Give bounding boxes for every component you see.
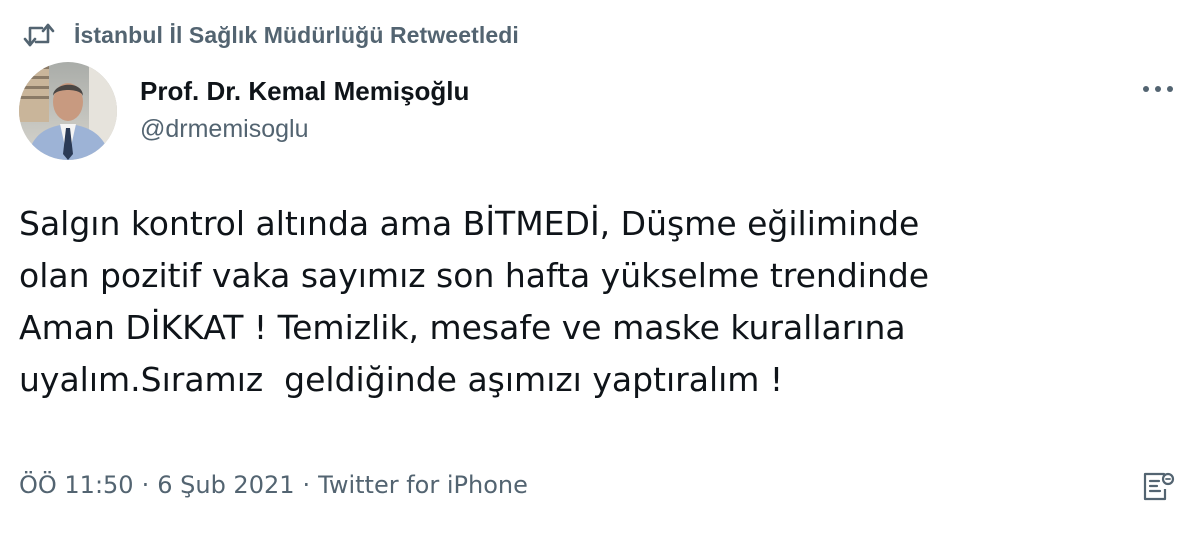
meta-separator: ·	[302, 471, 311, 499]
tweet-text: Salgın kontrol altında ama BİTMEDİ, Düşm…	[19, 204, 930, 399]
tweet-author: Prof. Dr. Kemal Memişoğlu @drmemisoglu	[140, 74, 469, 146]
meta-separator: ·	[141, 471, 150, 499]
analytics-icon	[1141, 469, 1175, 508]
retweet-context: İstanbul İl Sağlık Müdürlüğü Retweetledi	[22, 18, 519, 52]
tweet-source-link[interactable]: Twitter for iPhone	[318, 471, 528, 499]
author-display-name[interactable]: Prof. Dr. Kemal Memişoğlu	[140, 74, 469, 108]
more-options-button[interactable]	[1138, 78, 1178, 102]
retweet-icon	[22, 20, 56, 50]
author-handle[interactable]: @drmemisoglu	[140, 112, 469, 146]
more-dots-icon	[1140, 81, 1176, 99]
tweet-date[interactable]: 6 Şub 2021	[157, 471, 294, 499]
avatar[interactable]	[19, 62, 117, 160]
view-analytics-button[interactable]	[1140, 470, 1176, 506]
tweet-metadata: ÖÖ 11:50 · 6 Şub 2021 · Twitter for iPho…	[19, 471, 528, 499]
tweet-timestamp[interactable]: ÖÖ 11:50	[19, 471, 134, 499]
retweeted-by-link[interactable]: İstanbul İl Sağlık Müdürlüğü Retweetledi	[74, 22, 519, 49]
